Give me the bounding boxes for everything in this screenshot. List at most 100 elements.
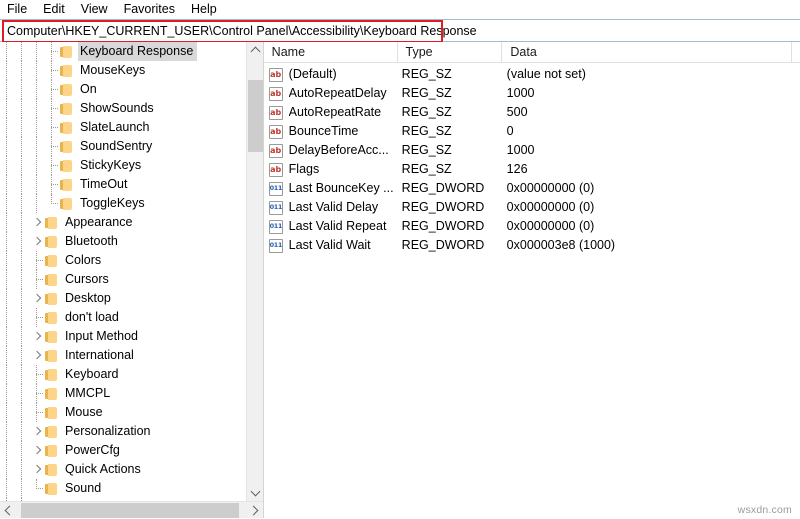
tree-item-label: Input Method — [65, 329, 138, 343]
tree-item-don-t-load[interactable]: don't load — [0, 308, 246, 327]
menu-bar: File Edit View Favorites Help — [0, 0, 800, 19]
value-type: REG_SZ — [401, 162, 452, 176]
scroll-right-button[interactable] — [245, 502, 263, 518]
value-name: AutoRepeatDelay — [288, 86, 387, 100]
tree-item-stickykeys[interactable]: StickyKeys — [0, 156, 246, 175]
tree-expand-chevron-icon[interactable] — [30, 346, 45, 365]
tree-item-keyboard[interactable]: Keyboard — [0, 365, 246, 384]
value-row[interactable]: 011 Last Valid Repeat REG_DWORD 0x00000000 … — [264, 217, 800, 236]
tree-item-powercfg[interactable]: PowerCfg — [0, 441, 246, 460]
value-row[interactable]: ab AutoRepeatDelay REG_SZ 1000 — [264, 84, 800, 103]
tree-item-togglekeys[interactable]: ToggleKeys — [0, 194, 246, 213]
value-type: REG_SZ — [401, 67, 452, 81]
string-value-icon: ab — [268, 67, 283, 82]
value-name: Last BounceKey ... — [288, 181, 394, 195]
tree-guide-line — [30, 42, 45, 61]
address-bar-container: Computer\HKEY_CURRENT_USER\Control Panel… — [0, 19, 800, 43]
value-icon-glyph: ab — [270, 69, 282, 79]
tree-guide-line — [15, 80, 30, 99]
menu-item-favorites[interactable]: Favorites — [124, 0, 184, 19]
folder-icon — [60, 64, 73, 77]
string-value-icon: ab — [268, 105, 283, 120]
value-row[interactable]: 011 Last Valid Wait REG_DWORD 0x000003e8 (1… — [264, 236, 800, 255]
tree-item-showsounds[interactable]: ShowSounds — [0, 99, 246, 118]
tree-expand-chevron-icon[interactable] — [30, 441, 45, 460]
column-header-data[interactable]: Data — [502, 42, 792, 62]
tree-item-timeout[interactable]: TimeOut — [0, 175, 246, 194]
menu-item-help[interactable]: Help — [191, 0, 226, 19]
folder-icon — [45, 463, 58, 476]
column-header-type[interactable]: Type — [398, 42, 503, 62]
dword-value-icon: 011 — [268, 219, 283, 234]
menu-item-file[interactable]: File — [7, 0, 36, 19]
value-row[interactable]: 011 Last Valid Delay REG_DWORD 0x00000000 (… — [264, 198, 800, 217]
value-row[interactable]: ab (Default) REG_SZ (value not set) — [264, 65, 800, 84]
tree-guide-line — [15, 175, 30, 194]
tree-expand-chevron-icon[interactable] — [30, 460, 45, 479]
tree-item-label: SoundSentry — [80, 139, 153, 153]
tree-item-sound[interactable]: Sound — [0, 479, 246, 498]
tree-item-on[interactable]: On — [0, 80, 246, 99]
tree-connector — [30, 479, 45, 498]
tree-guide-line — [30, 99, 45, 118]
folder-icon — [45, 273, 58, 286]
menu-item-view[interactable]: View — [81, 0, 117, 19]
tree-guide-line — [15, 42, 30, 61]
tree-horizontal-scroll-thumb[interactable] — [21, 503, 239, 518]
tree-item-mousekeys[interactable]: MouseKeys — [0, 61, 246, 80]
scroll-down-button[interactable] — [246, 484, 263, 501]
folder-icon — [60, 159, 73, 172]
value-type: REG_DWORD — [401, 238, 485, 252]
tree-guide-line — [15, 251, 30, 270]
value-row[interactable]: ab BounceTime REG_SZ 0 — [264, 122, 800, 141]
tree-item-cursors[interactable]: Cursors — [0, 270, 246, 289]
value-row[interactable]: 011 Last BounceKey ... REG_DWORD 0x00000000… — [264, 179, 800, 198]
tree-guide-line — [15, 232, 30, 251]
tree-item-personalization[interactable]: Personalization — [0, 422, 246, 441]
scroll-left-button[interactable] — [0, 502, 17, 518]
tree-horizontal-scrollbar[interactable] — [0, 501, 263, 518]
address-path-input[interactable]: Computer\HKEY_CURRENT_USER\Control Panel… — [0, 20, 800, 41]
tree-expand-chevron-icon[interactable] — [30, 422, 45, 441]
tree-guide-line — [15, 213, 30, 232]
scroll-up-button[interactable] — [246, 42, 263, 59]
menu-item-edit[interactable]: Edit — [43, 0, 74, 19]
tree-item-bluetooth[interactable]: Bluetooth — [0, 232, 246, 251]
tree-item-desktop[interactable]: Desktop — [0, 289, 246, 308]
tree-scroll-area[interactable]: Keyboard Response MouseKeys On ShowSounds Sl… — [0, 42, 246, 501]
tree-item-keyboard-response[interactable]: Keyboard Response — [0, 42, 246, 61]
tree-item-international[interactable]: International — [0, 346, 246, 365]
tree-guide-line — [15, 479, 30, 498]
tree-item-quick-actions[interactable]: Quick Actions — [0, 460, 246, 479]
value-row[interactable]: ab Flags REG_SZ 126 — [264, 160, 800, 179]
value-row[interactable]: ab AutoRepeatRate REG_SZ 500 — [264, 103, 800, 122]
tree-guide-line — [0, 137, 15, 156]
column-header-name[interactable]: Name — [264, 42, 398, 62]
tree-item-mouse[interactable]: Mouse — [0, 403, 246, 422]
tree-vertical-scroll-thumb[interactable] — [247, 80, 263, 152]
tree-expand-chevron-icon[interactable] — [30, 232, 45, 251]
tree-guide-line — [0, 213, 15, 232]
value-row[interactable]: ab DelayBeforeAcc... REG_SZ 1000 — [264, 141, 800, 160]
tree-vertical-scrollbar[interactable] — [245, 42, 263, 501]
tree-item-colors[interactable]: Colors — [0, 251, 246, 270]
tree-item-label: Keyboard — [65, 367, 119, 381]
tree-expand-chevron-icon[interactable] — [30, 327, 45, 346]
column-header-filler — [792, 42, 800, 62]
tree-guide-line — [0, 479, 15, 498]
value-type: REG_SZ — [401, 143, 452, 157]
folder-icon — [45, 235, 58, 248]
tree-item-appearance[interactable]: Appearance — [0, 213, 246, 232]
registry-values-pane: Name Type Data ab (Default) REG_SZ (value n… — [263, 42, 800, 518]
tree-guide-line — [15, 441, 30, 460]
tree-item-input-method[interactable]: Input Method — [0, 327, 246, 346]
tree-expand-chevron-icon[interactable] — [30, 213, 45, 232]
value-data: 0x00000000 (0) — [506, 181, 595, 195]
tree-guide-line — [0, 289, 15, 308]
tree-guide-line — [15, 384, 30, 403]
tree-item-mmcpl[interactable]: MMCPL — [0, 384, 246, 403]
tree-expand-chevron-icon[interactable] — [30, 289, 45, 308]
tree-item-slatelaunch[interactable]: SlateLaunch — [0, 118, 246, 137]
tree-item-soundsentry[interactable]: SoundSentry — [0, 137, 246, 156]
tree-guide-line — [0, 194, 15, 213]
